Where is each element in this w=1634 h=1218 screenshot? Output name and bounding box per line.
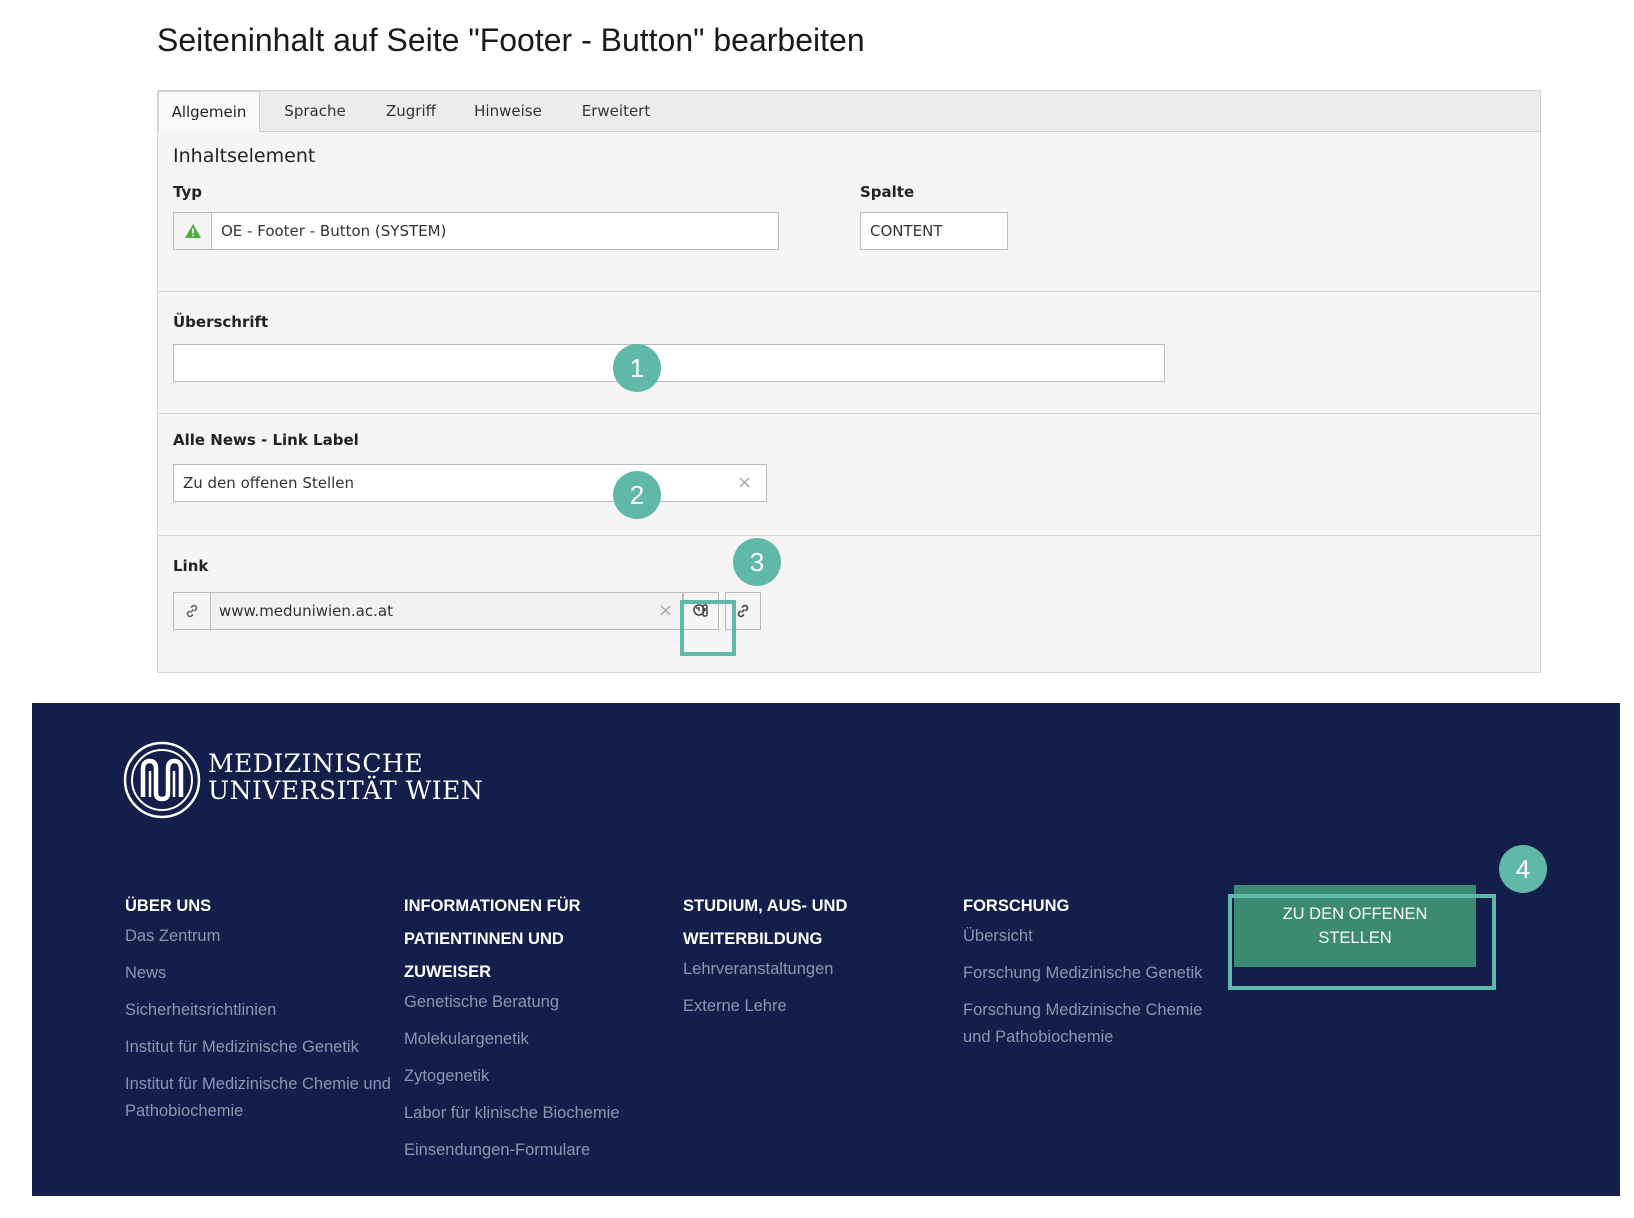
column-heading: STUDIUM, AUS- UND WEITERBILDUNG bbox=[683, 897, 848, 948]
logo-line-1: MEDIZINISCHE bbox=[208, 749, 424, 778]
tab-allgemein[interactable]: Allgemein bbox=[158, 91, 260, 132]
type-select[interactable]: OE - Footer - Button (SYSTEM) bbox=[173, 212, 779, 250]
link-label-value: Zu den offenen Stellen bbox=[183, 474, 355, 492]
tab-hinweise[interactable]: Hinweise bbox=[458, 91, 558, 131]
footer-link[interactable]: Institut für Medizinische Chemie und Pat… bbox=[125, 1071, 395, 1125]
logo-line-2: UNIVERSITÄT WIEN bbox=[208, 776, 484, 805]
type-value: OE - Footer - Button (SYSTEM) bbox=[221, 222, 447, 240]
highlight-box bbox=[680, 600, 736, 656]
callout-1: 1 bbox=[613, 344, 661, 392]
heading-label: Überschrift bbox=[173, 313, 269, 331]
callout-2: 2 bbox=[613, 471, 661, 519]
footer-link[interactable]: Lehrveranstaltungen bbox=[683, 956, 883, 983]
footer-link[interactable]: News bbox=[125, 960, 395, 987]
footer-column-studium: STUDIUM, AUS- UND WEITERBILDUNG Lehrvera… bbox=[683, 890, 883, 1030]
column-value: CONTENT bbox=[870, 222, 943, 240]
link-input[interactable]: www.meduniwien.ac.at × bbox=[173, 592, 683, 630]
type-label: Typ bbox=[173, 183, 202, 201]
footer-column-informationen: INFORMATIONEN FÜR PATIENTINNEN UND ZUWEI… bbox=[404, 890, 654, 1174]
footer-link[interactable]: Übersicht bbox=[963, 923, 1223, 950]
footer-link[interactable]: Institut für Medizinische Genetik bbox=[125, 1034, 395, 1061]
footer-column-forschung: FORSCHUNG Übersicht Forschung Medizinisc… bbox=[963, 890, 1223, 1061]
university-seal-icon bbox=[123, 741, 201, 819]
link-label-section: Alle News - Link Label Zu den offenen St… bbox=[158, 413, 1540, 536]
column-heading: ÜBER UNS bbox=[125, 897, 212, 915]
tab-sprache[interactable]: Sprache bbox=[266, 91, 364, 131]
clear-icon[interactable]: × bbox=[737, 465, 752, 501]
link-label: Link bbox=[173, 557, 209, 575]
link-label-label: Alle News - Link Label bbox=[173, 431, 359, 449]
content-element-section: Inhaltselement Typ OE - Footer - Button … bbox=[158, 131, 1540, 292]
link-section: Link www.meduniwien.ac.at × bbox=[158, 535, 1540, 673]
warning-triangle-icon bbox=[174, 213, 212, 249]
clear-icon[interactable]: × bbox=[658, 593, 673, 629]
callout-4: 4 bbox=[1499, 845, 1547, 893]
heading-section: Überschrift bbox=[158, 291, 1540, 414]
footer-link[interactable]: Das Zentrum bbox=[125, 923, 395, 950]
page-title: Seiteninhalt auf Seite "Footer - Button"… bbox=[157, 22, 865, 58]
footer-link[interactable]: Sicherheitsrichtlinien bbox=[125, 997, 395, 1024]
footer-link[interactable]: Forschung Medizinische Chemie und Pathob… bbox=[963, 997, 1223, 1051]
footer-link[interactable]: Genetische Beratung bbox=[404, 989, 654, 1016]
section-heading: Inhaltselement bbox=[173, 145, 316, 167]
link-icon bbox=[174, 593, 211, 629]
footer-link[interactable]: Zytogenetik bbox=[404, 1063, 654, 1090]
footer-link[interactable]: Externe Lehre bbox=[683, 993, 883, 1020]
footer-link[interactable]: Forschung Medizinische Genetik bbox=[963, 960, 1223, 987]
footer-link[interactable]: Labor für klinische Biochemie bbox=[404, 1100, 654, 1127]
column-label: Spalte bbox=[860, 183, 915, 201]
column-select[interactable]: CONTENT bbox=[860, 212, 1008, 250]
footer-link[interactable]: Einsendungen-Formulare bbox=[404, 1137, 654, 1164]
tab-erweitert[interactable]: Erweitert bbox=[562, 91, 670, 131]
tab-zugriff[interactable]: Zugriff bbox=[368, 91, 454, 131]
logo-text: MEDIZINISCHE UNIVERSITÄT WIEN bbox=[208, 750, 483, 804]
content-edit-form: Allgemein Sprache Zugriff Hinweise Erwei… bbox=[157, 90, 1541, 673]
highlight-box bbox=[1228, 894, 1496, 990]
column-heading: INFORMATIONEN FÜR PATIENTINNEN UND ZUWEI… bbox=[404, 897, 581, 981]
column-heading: FORSCHUNG bbox=[963, 897, 1070, 915]
callout-3: 3 bbox=[733, 538, 781, 586]
university-logo[interactable] bbox=[123, 741, 201, 823]
footer-column-ueber-uns: ÜBER UNS Das Zentrum News Sicherheitsric… bbox=[125, 890, 395, 1135]
tab-bar: Allgemein Sprache Zugriff Hinweise Erwei… bbox=[158, 91, 1540, 132]
footer-link[interactable]: Molekulargenetik bbox=[404, 1026, 654, 1053]
link-value: www.meduniwien.ac.at bbox=[219, 602, 393, 620]
heading-input[interactable] bbox=[173, 344, 1165, 382]
link-label-input[interactable]: Zu den offenen Stellen × bbox=[173, 464, 767, 502]
